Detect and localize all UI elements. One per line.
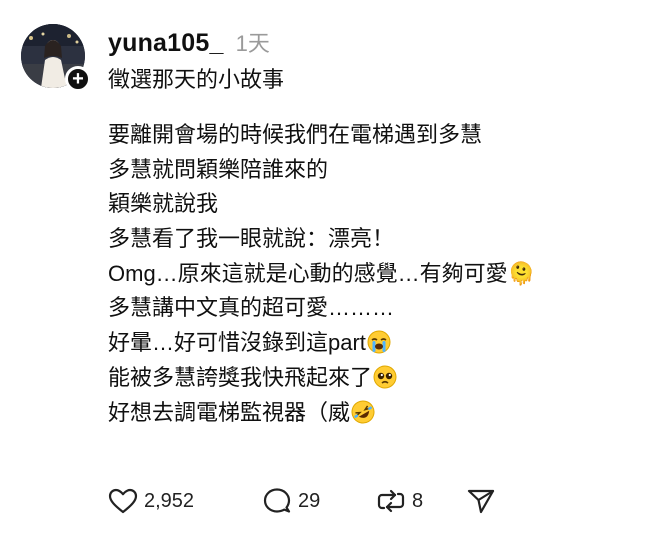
- like-count: 2,952: [144, 489, 195, 512]
- repost-count: 8: [412, 489, 424, 512]
- send-icon: [466, 487, 496, 515]
- reply-button[interactable]: 29: [262, 487, 376, 515]
- post-time: 1天: [235, 31, 270, 56]
- repost-icon: [376, 487, 406, 515]
- share-button[interactable]: [466, 487, 506, 515]
- heart-icon: [108, 487, 138, 515]
- post-line: 好暈…好可惜沒錄到這part: [108, 326, 638, 361]
- post-line: Omg…原來這就是心動的感覺…有夠可愛🫠: [108, 260, 536, 286]
- post-line: 穎樂就說我: [108, 191, 219, 217]
- thread-post: + yuna105_ 1天 徵選那天的小故事 要離開會場的時候我們在電梯遇到多慧…: [0, 0, 656, 540]
- avatar[interactable]: +: [21, 24, 91, 92]
- post-line: 多慧看了我一眼就說：漂亮！: [108, 226, 395, 252]
- post-line: 能被多慧誇獎我快飛起來了: [108, 361, 638, 396]
- reply-count: 29: [298, 489, 321, 512]
- comment-bubble-icon: [262, 487, 292, 515]
- username[interactable]: yuna105_: [108, 29, 224, 58]
- pleading-face-icon: [373, 365, 397, 400]
- post-body: 要離開會場的時候我們在電梯遇到多慧 多慧就問穎樂陪誰來的 穎樂就說我 多慧看了我…: [108, 118, 638, 430]
- post-line: 好想去調電梯監視器（威: [108, 396, 638, 431]
- post-line: 要離開會場的時候我們在電梯遇到多慧: [108, 122, 483, 147]
- post-header: yuna105_ 1天: [108, 26, 270, 57]
- like-button[interactable]: 2,952: [108, 487, 258, 515]
- repost-button[interactable]: 8: [376, 487, 466, 515]
- post-actions: 2,952 29 8: [108, 484, 506, 518]
- post-line: 多慧講中文真的超可愛………: [108, 295, 395, 321]
- loudly-crying-face-icon: [367, 330, 391, 365]
- follow-plus-icon[interactable]: +: [65, 66, 91, 92]
- post-line: 多慧就問穎樂陪誰來的: [108, 156, 329, 182]
- post-caption: 徵選那天的小故事: [108, 67, 285, 92]
- rolling-on-floor-laughing-icon: [351, 400, 375, 435]
